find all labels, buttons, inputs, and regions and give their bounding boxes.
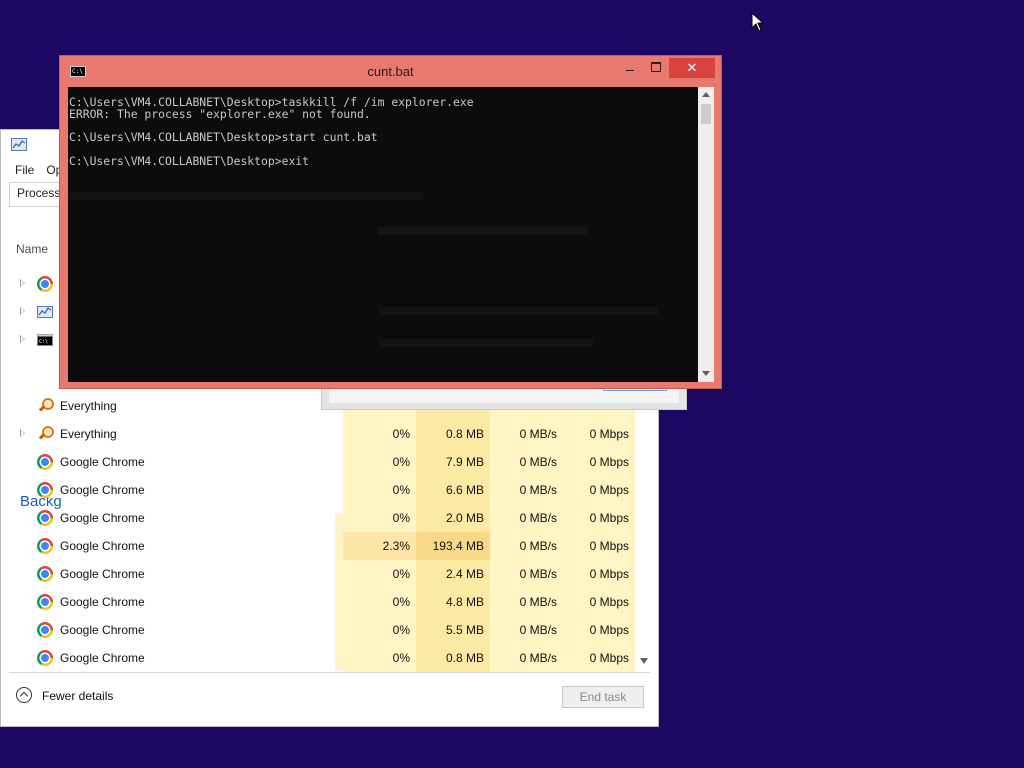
console-text: C:\Users\VM4.COLLABNET\Desktop>taskkill … bbox=[69, 95, 474, 168]
disk-cell: 0 MB/s bbox=[490, 616, 563, 644]
memory-cell: 5.5 MB bbox=[416, 616, 490, 644]
table-row[interactable]: Google Chrome 0% 7.9 MB 0 MB/s 0 Mbps bbox=[9, 448, 635, 476]
ghost-trace bbox=[378, 227, 588, 235]
chrome-icon bbox=[37, 566, 53, 582]
disk-cell: 0 MB/s bbox=[490, 420, 563, 448]
scroll-up-icon[interactable] bbox=[702, 92, 710, 97]
chrome-icon bbox=[37, 482, 53, 498]
disk-cell: 0 MB/s bbox=[490, 532, 563, 560]
process-name: Google Chrome bbox=[60, 539, 145, 553]
network-cell: 0 Mbps bbox=[563, 644, 635, 672]
cpu-cell: 0% bbox=[343, 560, 416, 588]
ghost-trace bbox=[378, 307, 658, 315]
network-cell: 0 Mbps bbox=[563, 476, 635, 504]
table-row[interactable]: Google Chrome 0% 5.5 MB 0 MB/s 0 Mbps bbox=[9, 616, 635, 644]
disk-cell: 0 MB/s bbox=[490, 476, 563, 504]
memory-cell: 2.4 MB bbox=[416, 560, 490, 588]
cmd-window: C:\ cunt.bat ✕ C:\Users\VM4.COLLABNET\De… bbox=[59, 55, 722, 389]
memory-cell: 4.8 MB bbox=[416, 588, 490, 616]
table-row[interactable]: Google Chrome 0% 2.4 MB 0 MB/s 0 Mbps bbox=[9, 560, 635, 588]
ghost-trace bbox=[378, 339, 593, 347]
footer-divider bbox=[9, 672, 650, 673]
table-row[interactable]: Google Chrome 0% 4.8 MB 0 MB/s 0 Mbps bbox=[9, 588, 635, 616]
process-name: Everything bbox=[60, 427, 117, 441]
process-name: Everything bbox=[60, 399, 117, 413]
chrome-icon bbox=[37, 650, 53, 666]
memory-cell: 0.8 MB bbox=[416, 420, 490, 448]
chrome-icon bbox=[37, 454, 53, 470]
task-manager-icon bbox=[11, 138, 27, 151]
menu-file[interactable]: File bbox=[15, 163, 34, 177]
svg-text:C:\: C:\ bbox=[39, 339, 48, 345]
chrome-icon bbox=[37, 622, 53, 638]
process-name: Google Chrome bbox=[60, 511, 145, 525]
network-cell: 0 Mbps bbox=[563, 560, 635, 588]
table-row[interactable]: Google Chrome 0% 2.0 MB 0 MB/s 0 Mbps bbox=[9, 504, 635, 532]
console-output[interactable]: C:\Users\VM4.COLLABNET\Desktop>taskkill … bbox=[68, 87, 698, 382]
column-header-name[interactable]: Name bbox=[16, 242, 48, 256]
cpu-cell: 2.3% bbox=[343, 532, 416, 560]
cpu-cell: 0% bbox=[343, 616, 416, 644]
chrome-icon bbox=[37, 594, 53, 610]
memory-cell: 7.9 MB bbox=[416, 448, 490, 476]
memory-cell: 193.4 MB bbox=[416, 532, 490, 560]
chrome-icon bbox=[37, 538, 53, 554]
network-cell: 0 Mbps bbox=[563, 532, 635, 560]
table-row[interactable]: Google Chrome 0% 6.6 MB 0 MB/s 0 Mbps bbox=[9, 476, 635, 504]
network-cell: 0 Mbps bbox=[563, 504, 635, 532]
disk-cell: 0 MB/s bbox=[490, 644, 563, 672]
console-scrollbar[interactable] bbox=[698, 87, 714, 382]
memory-cell: 0.8 MB bbox=[416, 644, 490, 672]
end-task-button[interactable]: End task bbox=[562, 686, 644, 708]
process-name: Google Chrome bbox=[60, 455, 145, 469]
disk-cell: 0 MB/s bbox=[490, 560, 563, 588]
minimize-button[interactable] bbox=[617, 58, 643, 78]
cpu-cell: 0% bbox=[343, 504, 416, 532]
chrome-icon bbox=[37, 510, 53, 526]
network-cell: 0 Mbps bbox=[563, 448, 635, 476]
memory-cell: 6.6 MB bbox=[416, 476, 490, 504]
chrome-icon bbox=[37, 276, 53, 292]
network-cell: 0 Mbps bbox=[563, 588, 635, 616]
ghost-trace bbox=[68, 192, 423, 200]
task-manager-icon bbox=[37, 306, 53, 318]
expand-arrow-icon[interactable] bbox=[20, 429, 25, 437]
cpu-cell: 0% bbox=[343, 420, 416, 448]
expand-arrow-icon[interactable] bbox=[20, 307, 25, 315]
cpu-cell: 0% bbox=[343, 588, 416, 616]
disk-cell: 0 MB/s bbox=[490, 448, 563, 476]
scroll-down-icon[interactable] bbox=[702, 371, 710, 376]
scroll-thumb[interactable] bbox=[701, 104, 711, 124]
expand-arrow-icon[interactable] bbox=[20, 335, 25, 343]
table-row[interactable]: Google Chrome 2.3% 193.4 MB 0 MB/s 0 Mbps bbox=[9, 532, 635, 560]
network-cell: 0 Mbps bbox=[563, 616, 635, 644]
table-row[interactable]: Google Chrome 0% 0.8 MB 0 MB/s 0 Mbps bbox=[9, 644, 635, 672]
mouse-cursor-icon bbox=[751, 12, 765, 32]
search-icon bbox=[38, 425, 54, 441]
process-name: Google Chrome bbox=[60, 483, 145, 497]
fewer-details-link[interactable]: Fewer details bbox=[42, 689, 113, 703]
cpu-cell: 0% bbox=[343, 476, 416, 504]
process-name: Google Chrome bbox=[60, 623, 145, 637]
memory-cell: 2.0 MB bbox=[416, 504, 490, 532]
close-button[interactable]: ✕ bbox=[669, 58, 715, 78]
chevron-up-icon[interactable] bbox=[16, 687, 32, 703]
expand-arrow-icon[interactable] bbox=[20, 279, 25, 287]
maximize-button[interactable] bbox=[643, 58, 669, 78]
command-prompt-icon: C:\ bbox=[37, 334, 53, 346]
cpu-cell: 0% bbox=[343, 644, 416, 672]
process-name: Google Chrome bbox=[60, 567, 145, 581]
process-name: Google Chrome bbox=[60, 595, 145, 609]
disk-cell: 0 MB/s bbox=[490, 504, 563, 532]
cpu-cell: 0% bbox=[343, 448, 416, 476]
search-icon bbox=[38, 397, 54, 413]
scroll-down-icon[interactable] bbox=[640, 658, 648, 664]
table-row[interactable]: Everything 0% 0.8 MB 0 MB/s 0 Mbps bbox=[9, 420, 635, 448]
network-cell: 0 Mbps bbox=[563, 420, 635, 448]
disk-cell: 0 MB/s bbox=[490, 588, 563, 616]
process-name: Google Chrome bbox=[60, 651, 145, 665]
